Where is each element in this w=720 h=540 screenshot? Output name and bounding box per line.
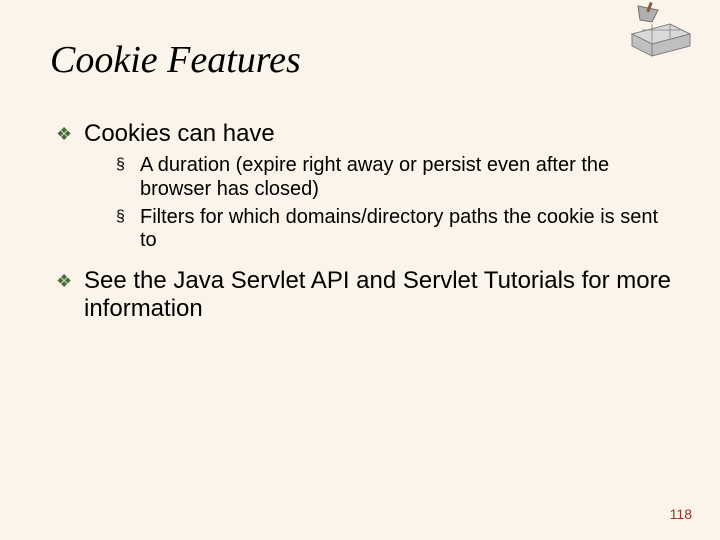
page-number: 118 xyxy=(670,506,692,522)
section-bullet-icon: § xyxy=(116,154,140,201)
list-item: ❖ Cookies can have xyxy=(56,120,680,148)
list-item-label: See the Java Servlet API and Servlet Tut… xyxy=(84,267,680,324)
sub-list: § A duration (expire right away or persi… xyxy=(116,154,680,252)
list-item-label: Cookies can have xyxy=(84,120,680,148)
slide-body: ❖ Cookies can have § A duration (expire … xyxy=(56,120,680,329)
diamond-bullet-icon: ❖ xyxy=(56,120,84,148)
list-item-label: Filters for which domains/directory path… xyxy=(140,206,660,253)
slide-title: Cookie Features xyxy=(50,38,301,82)
list-item: § A duration (expire right away or persi… xyxy=(116,154,680,201)
brick-trowel-icon xyxy=(618,0,698,58)
list-item: ❖ See the Java Servlet API and Servlet T… xyxy=(56,267,680,324)
slide: Cookie Features ❖ Cookies can have § A d… xyxy=(0,0,720,540)
list-item: § Filters for which domains/directory pa… xyxy=(116,206,680,253)
diamond-bullet-icon: ❖ xyxy=(56,267,84,324)
section-bullet-icon: § xyxy=(116,206,140,253)
list-item-label: A duration (expire right away or persist… xyxy=(140,154,660,201)
